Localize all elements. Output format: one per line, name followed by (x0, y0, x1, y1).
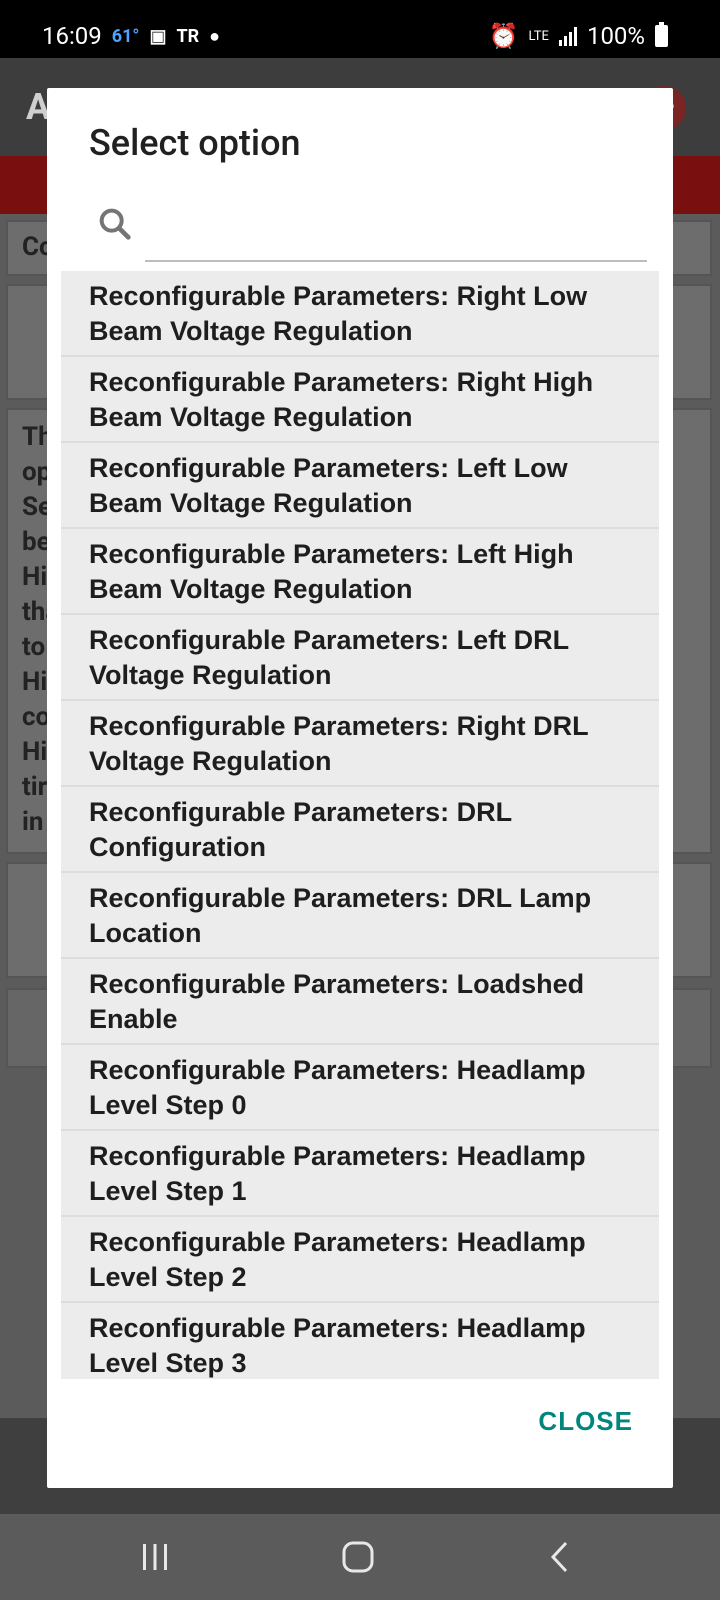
list-item[interactable]: Reconfigurable Parameters: Headlamp Level… (61, 1217, 659, 1303)
list-item-label-line2: Location (89, 918, 202, 948)
list-item[interactable]: Reconfigurable Parameters: DRL Configurat… (61, 787, 659, 873)
list-item-label-line2: Level Step 0 (89, 1090, 247, 1120)
navigation-bar (0, 1514, 720, 1600)
list-item[interactable]: Reconfigurable Parameters: Headlamp Level… (61, 1045, 659, 1131)
list-item[interactable]: Reconfigurable Parameters: Left High Beam… (61, 529, 659, 615)
recent-apps-button[interactable] (130, 1534, 180, 1580)
list-item-label-line1: Reconfigurable Parameters: Headlamp (89, 1055, 586, 1085)
search-row (47, 192, 673, 272)
list-item-label-line2: Beam Voltage Regulation (89, 574, 413, 604)
list-item-label-line1: Reconfigurable Parameters: Loadshed (89, 969, 585, 999)
list-item-label-line2: Level Step 2 (89, 1262, 247, 1292)
home-icon (342, 1541, 374, 1573)
notification-dot-icon: ● (209, 25, 221, 47)
list-item[interactable]: Reconfigurable Parameters: DRL Lamp Locat… (61, 873, 659, 959)
list-item-label-line2: Configuration (89, 832, 266, 862)
list-item[interactable]: Reconfigurable Parameters: Left Low Beam … (61, 443, 659, 529)
list-item[interactable]: Reconfigurable Parameters: Right Low Beam… (61, 271, 659, 357)
clock: 16:09 (42, 22, 102, 50)
list-item-label-line1: Reconfigurable Parameters: Right DRL (89, 711, 589, 741)
list-item-label-line1: Reconfigurable Parameters: Headlamp (89, 1141, 586, 1171)
list-item-label-line1: Reconfigurable Parameters: Right High (89, 367, 594, 397)
weather-temperature: 61° (111, 25, 140, 47)
list-item-label-line1: Reconfigurable Parameters: Left Low (89, 453, 568, 483)
list-item-label-line2: Voltage Regulation (89, 746, 332, 776)
battery-level: 100% (586, 22, 645, 50)
search-icon (99, 208, 131, 240)
list-item-label-line1: Reconfigurable Parameters: Left High (89, 539, 574, 569)
list-item-label-line2: Level Step 3 (89, 1348, 247, 1378)
back-button[interactable] (535, 1534, 585, 1580)
list-item[interactable]: Reconfigurable Parameters: Left DRL Volta… (61, 615, 659, 701)
recent-apps-icon (143, 1544, 167, 1570)
list-item-label-line2: Level Step 1 (89, 1176, 247, 1206)
list-item-label-line2: Voltage Regulation (89, 660, 332, 690)
list-item-label-line2: Beam Voltage Regulation (89, 316, 413, 346)
back-icon (550, 1541, 568, 1573)
list-item[interactable]: Reconfigurable Parameters: Right High Bea… (61, 357, 659, 443)
list-item-label-line1: Reconfigurable Parameters: Headlamp (89, 1313, 586, 1343)
select-option-dialog: Select option Reconfigurable Parameters:… (47, 88, 673, 1488)
list-item-label-line1: Reconfigurable Parameters: Headlamp (89, 1227, 586, 1257)
list-item[interactable]: Reconfigurable Parameters: Headlamp Level… (61, 1303, 659, 1379)
dialog-title: Select option (89, 122, 301, 164)
list-item-label-line1: Reconfigurable Parameters: Left DRL (89, 625, 570, 655)
list-item-label-line1: Reconfigurable Parameters: DRL (89, 797, 513, 827)
signal-icon (558, 26, 577, 46)
list-item-label-line2: Beam Voltage Regulation (89, 488, 413, 518)
search-input[interactable] (145, 192, 647, 262)
list-item-label-line2: Beam Voltage Regulation (89, 402, 413, 432)
alarm-icon: ⏰ (488, 22, 519, 50)
app-notification-icon: TR (176, 25, 200, 47)
list-item[interactable]: Reconfigurable Parameters: Right DRL Volt… (61, 701, 659, 787)
camera-notification-icon: ▣ (149, 25, 167, 47)
list-item[interactable]: Reconfigurable Parameters: Loadshed Enabl… (61, 959, 659, 1045)
home-button[interactable] (333, 1534, 383, 1580)
list-item[interactable]: Reconfigurable Parameters: Headlamp Level… (61, 1131, 659, 1217)
option-list[interactable]: Reconfigurable Parameters: Right Low Beam… (61, 271, 659, 1379)
close-button[interactable]: CLOSE (538, 1406, 633, 1437)
list-item-label-line2: Enable (89, 1004, 178, 1034)
list-item-label-line1: Reconfigurable Parameters: Right Low (89, 281, 588, 311)
list-item-label-line1: Reconfigurable Parameters: DRL Lamp (89, 883, 592, 913)
network-type: LTE (528, 28, 549, 44)
battery-icon (655, 22, 668, 47)
